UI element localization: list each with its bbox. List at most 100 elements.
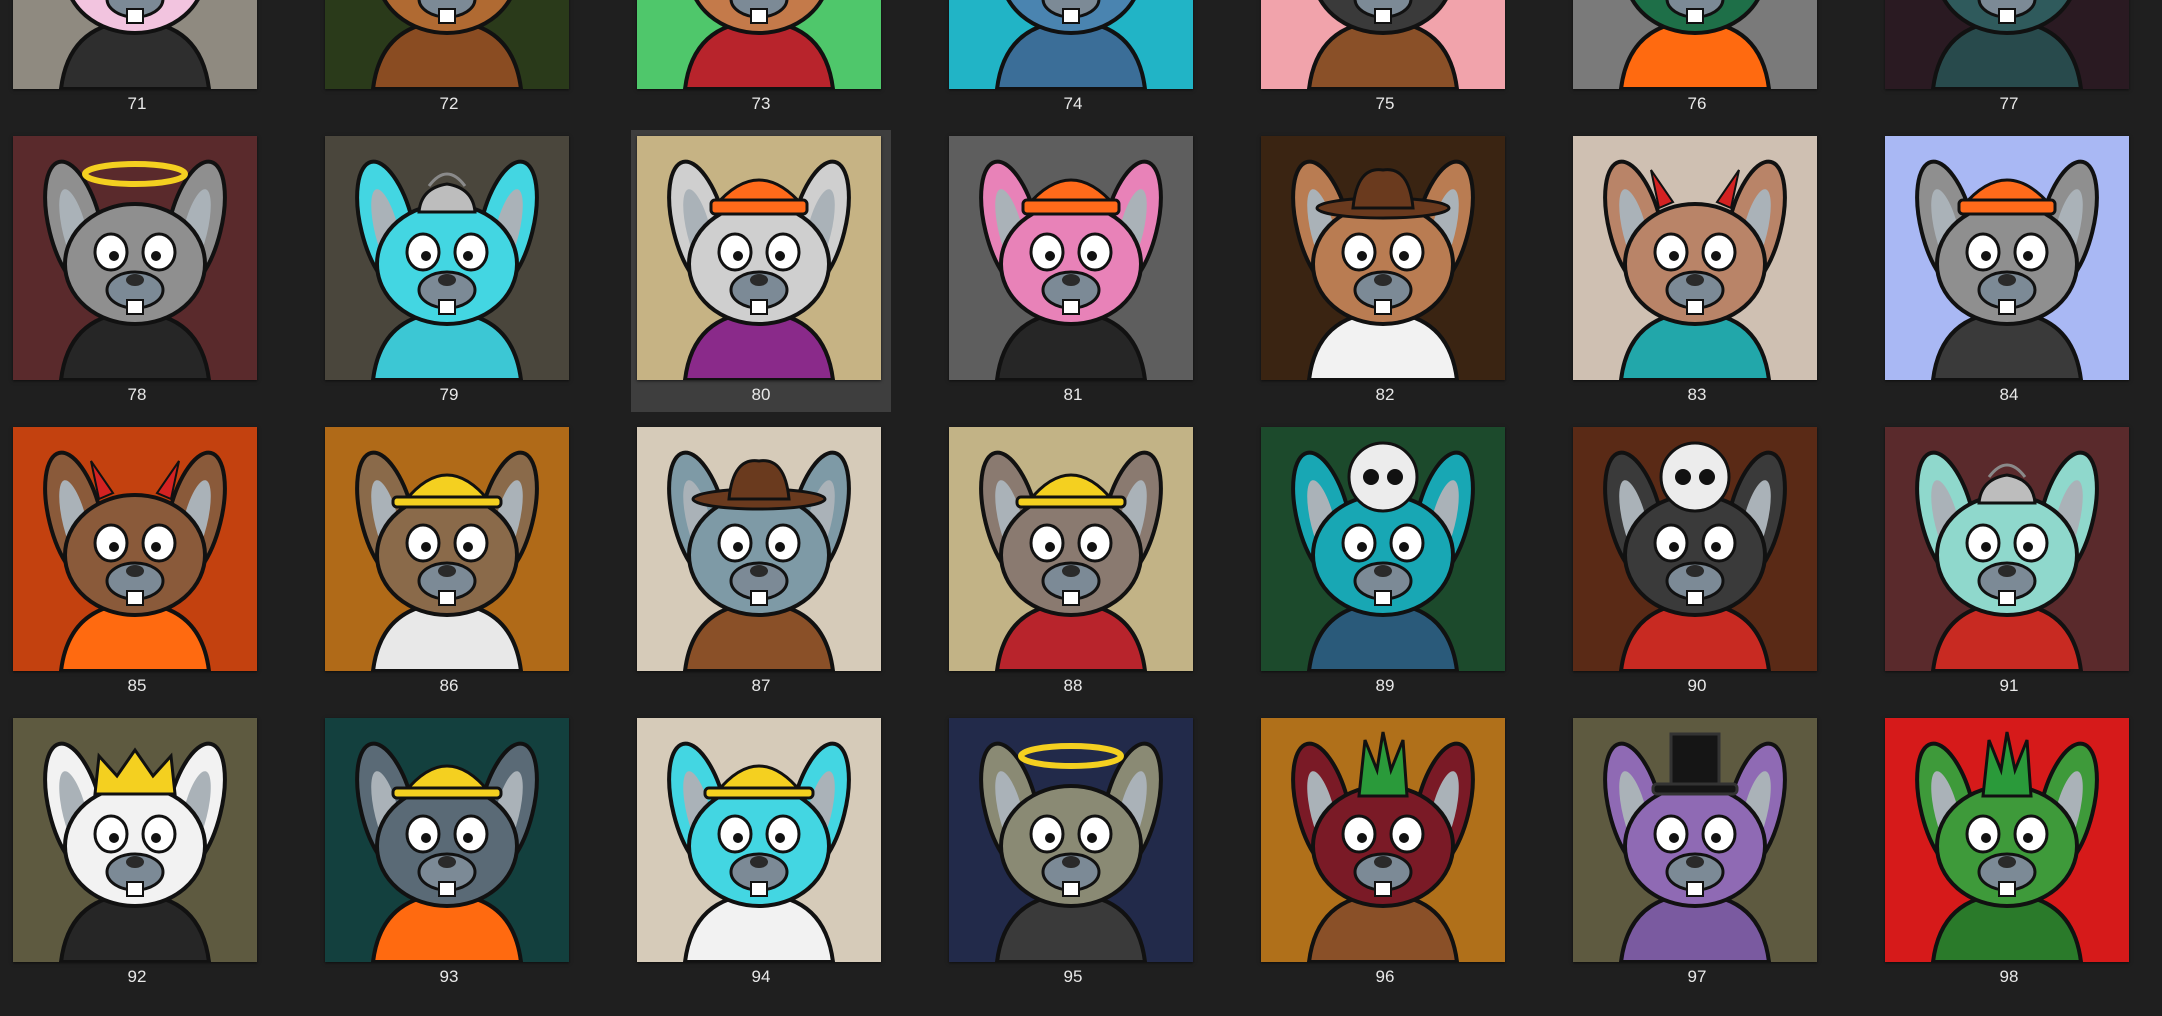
bunny-artwork [1573, 136, 1817, 380]
thumbnail-image[interactable] [325, 718, 569, 962]
bunny-artwork [637, 718, 881, 962]
thumbnail-label: 93 [439, 967, 459, 986]
thumbnail-label: 92 [127, 967, 147, 986]
pupil [2023, 251, 2033, 261]
thumbnail-tile[interactable]: 92 [7, 712, 267, 994]
bunny-artwork [637, 427, 881, 671]
thumbnail-image[interactable] [1261, 0, 1505, 89]
thumbnail-image[interactable] [1573, 427, 1817, 671]
pupil [109, 251, 119, 261]
thumbnail-tile[interactable]: 91 [1879, 421, 2139, 703]
nose [126, 565, 144, 577]
thumbnail-image[interactable] [949, 0, 1193, 89]
pupil [1399, 251, 1409, 261]
thumbnail-tile[interactable]: 71 [7, 0, 267, 121]
nose [438, 856, 456, 868]
thumbnail-tile[interactable]: 86 [319, 421, 579, 703]
thumbnail-image[interactable] [13, 427, 257, 671]
thumbnail-label: 71 [127, 94, 147, 113]
pupil [1087, 542, 1097, 552]
bunny-artwork [949, 427, 1193, 671]
thumbnail-image[interactable] [13, 136, 257, 380]
thumbnail-image[interactable] [1885, 136, 2129, 380]
thumbnail-tile[interactable]: 81 [943, 130, 1203, 412]
teeth [438, 8, 456, 24]
pupil [1981, 251, 1991, 261]
teeth [1374, 8, 1392, 24]
thumbnail-tile[interactable]: 95 [943, 712, 1203, 994]
pupil [1399, 542, 1409, 552]
thumbnail-image[interactable] [325, 136, 569, 380]
thumbnail-tile[interactable]: 93 [319, 712, 579, 994]
thumbnail-label: 79 [439, 385, 459, 404]
thumbnail-tile[interactable]: 78 [7, 130, 267, 412]
thumbnail-image[interactable] [1573, 718, 1817, 962]
thumbnail-tile[interactable]: 77 [1879, 0, 2139, 121]
thumbnail-label: 89 [1375, 676, 1395, 695]
thumbnail-tile[interactable]: 98 [1879, 712, 2139, 994]
thumbnail-tile[interactable]: 75 [1255, 0, 1515, 121]
thumbnail-tile[interactable]: 72 [319, 0, 579, 121]
thumbnail-image[interactable] [325, 0, 569, 89]
thumbnail-image[interactable] [13, 718, 257, 962]
thumbnail-tile[interactable]: 74 [943, 0, 1203, 121]
thumbnail-tile[interactable]: 73 [631, 0, 891, 121]
nose [1998, 856, 2016, 868]
thumbnail-tile[interactable]: 94 [631, 712, 891, 994]
thumbnail-tile[interactable]: 85 [7, 421, 267, 703]
bunny-artwork [1261, 136, 1505, 380]
thumbnail-label: 86 [439, 676, 459, 695]
thumbnail-image[interactable] [1261, 136, 1505, 380]
thumbnail-image[interactable] [1261, 427, 1505, 671]
thumbnail-image[interactable] [637, 0, 881, 89]
bunny-artwork [1885, 136, 2129, 380]
thumbnail-label: 73 [751, 94, 771, 113]
thumbnail-image[interactable] [949, 718, 1193, 962]
thumbnail-image[interactable] [637, 427, 881, 671]
thumbnail-tile[interactable]: 90 [1567, 421, 1827, 703]
thumbnail-image[interactable] [949, 136, 1193, 380]
thumbnail-tile[interactable]: 97 [1567, 712, 1827, 994]
thumbnail-image[interactable] [1885, 0, 2129, 89]
thumbnail-image[interactable] [325, 427, 569, 671]
thumbnail-tile[interactable]: 89 [1255, 421, 1515, 703]
bunny-artwork [1885, 427, 2129, 671]
thumbnail-tile[interactable]: 80 [631, 130, 891, 412]
thumbnail-tile[interactable]: 87 [631, 421, 891, 703]
thumbnail-image[interactable] [1885, 718, 2129, 962]
pupil [1045, 542, 1055, 552]
thumbnail-tile[interactable]: 83 [1567, 130, 1827, 412]
pupil [733, 542, 743, 552]
thumbnail-image[interactable] [949, 427, 1193, 671]
thumbnail-image[interactable] [13, 0, 257, 89]
pupil [1711, 251, 1721, 261]
thumbnail-tile[interactable]: 79 [319, 130, 579, 412]
thumbnail-tile[interactable]: 84 [1879, 130, 2139, 412]
thumbnail-image[interactable] [1573, 0, 1817, 89]
teeth [750, 299, 768, 315]
teeth [1686, 8, 1704, 24]
pupil [2023, 833, 2033, 843]
thumbnail-image[interactable] [1573, 136, 1817, 380]
thumbnail-label: 91 [1999, 676, 2019, 695]
teeth [1374, 590, 1392, 606]
thumbnail-label: 83 [1687, 385, 1707, 404]
bunny-artwork [949, 0, 1193, 89]
nose [1062, 856, 1080, 868]
thumbnail-image[interactable] [1261, 718, 1505, 962]
thumbnail-image[interactable] [637, 136, 881, 380]
bunny-artwork [1261, 0, 1505, 89]
thumbnail-tile[interactable]: 88 [943, 421, 1203, 703]
nose [1998, 565, 2016, 577]
thumbnail-label: 95 [1063, 967, 1083, 986]
thumbnail-image[interactable] [637, 718, 881, 962]
bunny-artwork [325, 136, 569, 380]
teeth [1998, 299, 2016, 315]
skull-eye [1675, 469, 1691, 485]
nose [1686, 565, 1704, 577]
hard-hat-brim [1015, 495, 1127, 509]
thumbnail-tile[interactable]: 96 [1255, 712, 1515, 994]
thumbnail-tile[interactable]: 82 [1255, 130, 1515, 412]
thumbnail-tile[interactable]: 76 [1567, 0, 1827, 121]
thumbnail-image[interactable] [1885, 427, 2129, 671]
